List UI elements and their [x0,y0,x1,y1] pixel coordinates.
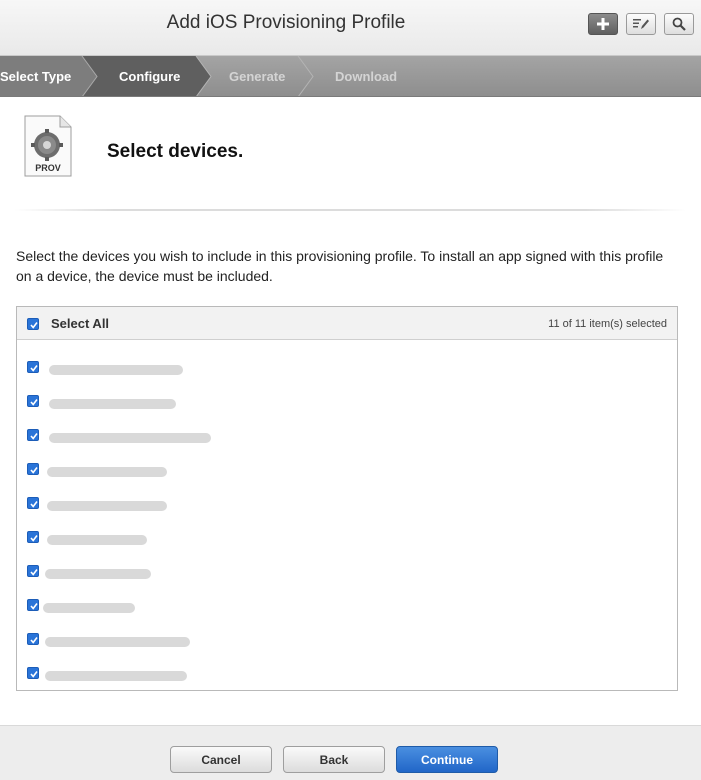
list-item[interactable] [17,497,677,523]
device-checkbox[interactable] [27,633,39,645]
step-select-type: Select Type [0,69,72,84]
instructions-text: Select the devices you wish to include i… [16,248,664,284]
checkmark-icon [30,501,38,508]
device-checkbox[interactable] [27,429,39,441]
footer-bar: Cancel Back Continue [0,725,701,780]
checkmark-icon [30,433,38,440]
continue-button[interactable]: Continue [396,746,498,773]
step-download: Download [335,69,398,84]
list-item[interactable] [17,429,677,455]
select-all-checkbox[interactable] [27,318,39,330]
checkmark-icon [30,322,38,329]
device-checkbox[interactable] [27,497,39,509]
edit-button[interactable] [626,13,656,35]
edit-icon [633,19,649,29]
cancel-button[interactable]: Cancel [170,746,272,773]
checkmark-icon [30,467,38,474]
checkmark-icon [30,637,38,644]
device-checkbox[interactable] [27,565,39,577]
back-button[interactable]: Back [283,746,385,773]
device-name [49,365,183,375]
device-name [45,569,151,579]
checkmark-icon [30,569,38,576]
section-heading: Select devices. [107,141,244,162]
device-checkbox[interactable] [27,361,39,373]
step-generate: Generate [229,69,286,84]
search-icon [672,17,686,31]
list-item[interactable] [17,531,677,557]
device-list: Select All 11 of 11 item(s) selected [16,306,678,691]
plus-icon [597,18,609,30]
device-checkbox[interactable] [27,599,39,611]
device-checkbox[interactable] [27,531,39,543]
device-name [49,399,176,409]
list-item[interactable] [17,565,677,591]
device-name [49,433,211,443]
list-item[interactable] [17,395,677,421]
checkmark-icon [30,671,38,678]
list-item[interactable] [17,361,677,387]
device-name [47,467,167,477]
progress-steps: Select Type Configure Generate Download [0,56,701,97]
list-item[interactable] [17,667,677,693]
device-checkbox[interactable] [27,463,39,475]
checkmark-icon [30,535,38,542]
device-name [47,535,147,545]
list-item[interactable] [17,463,677,489]
checkmark-icon [30,399,38,406]
checkmark-icon [30,603,38,610]
provisioning-profile-icon: PROV [24,115,72,177]
prov-icon-label: PROV [35,163,61,173]
device-list-header: Select All 11 of 11 item(s) selected [17,307,677,340]
checkmark-icon [30,365,38,372]
list-item[interactable] [17,633,677,659]
device-name [45,637,190,647]
device-name [47,501,167,511]
add-button[interactable] [588,13,618,35]
list-item[interactable] [17,599,677,625]
device-name [45,671,187,681]
divider [14,209,686,211]
device-checkbox[interactable] [27,395,39,407]
window-header: Add iOS Provisioning Profile [0,0,701,56]
page-title: Add iOS Provisioning Profile [166,12,406,33]
select-all-label[interactable]: Select All [51,316,109,331]
device-checkbox[interactable] [27,667,39,679]
search-button[interactable] [664,13,694,35]
selection-count: 11 of 11 item(s) selected [548,318,667,330]
step-configure: Configure [119,69,181,84]
device-name [43,603,135,613]
